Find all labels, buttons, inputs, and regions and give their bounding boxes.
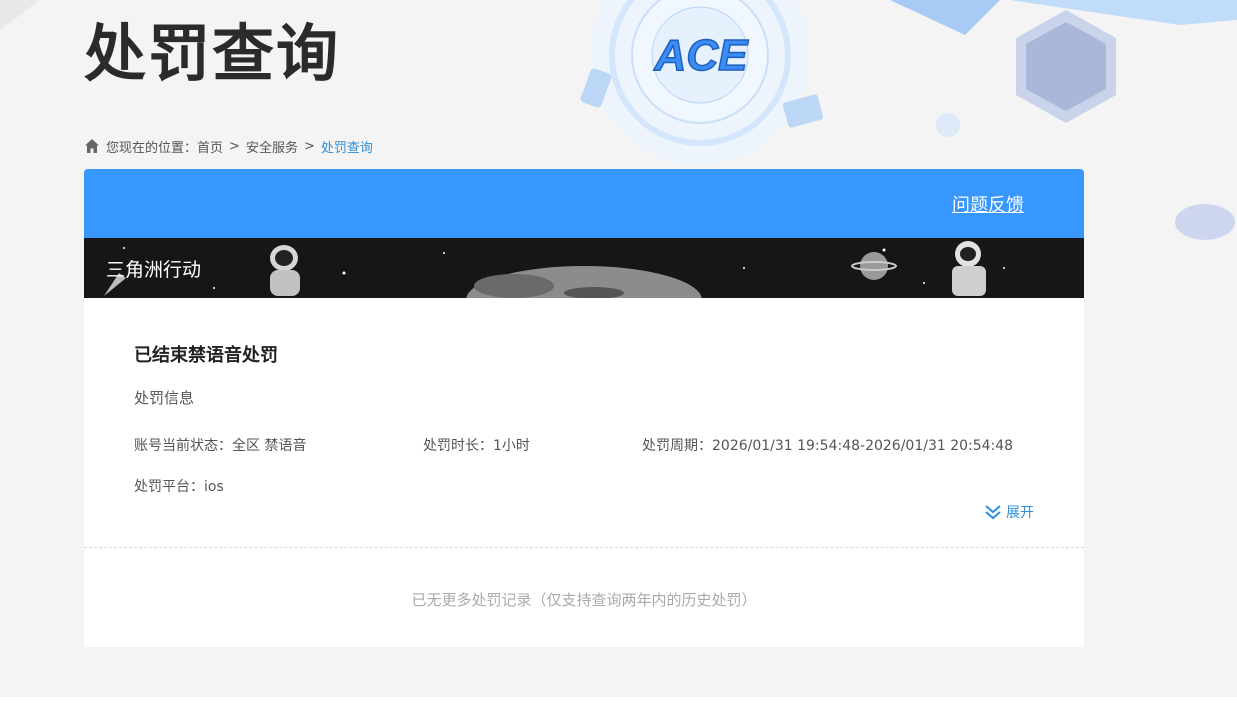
expand-label: 展开 [1006, 505, 1034, 521]
card-header: 问题反馈 [84, 169, 1084, 238]
breadcrumb-separator: > [229, 138, 240, 154]
home-icon [85, 139, 99, 153]
page-title: 处罚查询 [84, 17, 341, 90]
breadcrumb-current: 处罚查询 [320, 140, 373, 156]
game-banner: 三角洲行动 [84, 238, 1084, 298]
divider [84, 547, 1084, 548]
expand-button[interactable]: 展开 [984, 502, 1034, 522]
breadcrumb-prefix: 您现在的位置： [106, 140, 198, 156]
ace-logo-text: ACE [654, 31, 750, 76]
penalty-platform: 处罚平台：ios [134, 479, 224, 495]
penalty-card: 问题反馈 三角洲行动 已结束禁语音处罚 处罚信息 账号当前状态：全区 禁语音 处… [84, 169, 1084, 647]
banner-illustration [104, 241, 1005, 298]
breadcrumb-home-link[interactable]: 首页 [197, 137, 223, 156]
penalty-duration: 处罚时长：1小时 [423, 438, 530, 454]
footer-strip [0, 697, 1237, 712]
double-chevron-down-icon [985, 505, 1001, 520]
ace-logo: ACE [648, 30, 754, 81]
record-title: 已结束禁语音处罚 [134, 345, 278, 366]
breadcrumb-separator: > [303, 138, 315, 154]
breadcrumb-security-link[interactable]: 安全服务 [246, 137, 298, 156]
record-subtitle: 处罚信息 [134, 389, 195, 407]
account-status: 账号当前状态：全区 禁语音 [134, 438, 307, 454]
ace-logo-icon: ACE [653, 30, 750, 81]
no-more-records-text: 已无更多处罚记录（仅支持查询两年内的历史处罚） [411, 591, 757, 609]
penalty-period: 处罚周期：2026/01/31 19:54:48-2026/01/31 20:5… [642, 438, 1014, 454]
feedback-link[interactable]: 问题反馈 [952, 191, 1024, 217]
game-name: 三角洲行动 [106, 259, 202, 281]
breadcrumb: 您现在的位置： 首页 > 安全服务 > 处罚查询 [84, 136, 373, 156]
